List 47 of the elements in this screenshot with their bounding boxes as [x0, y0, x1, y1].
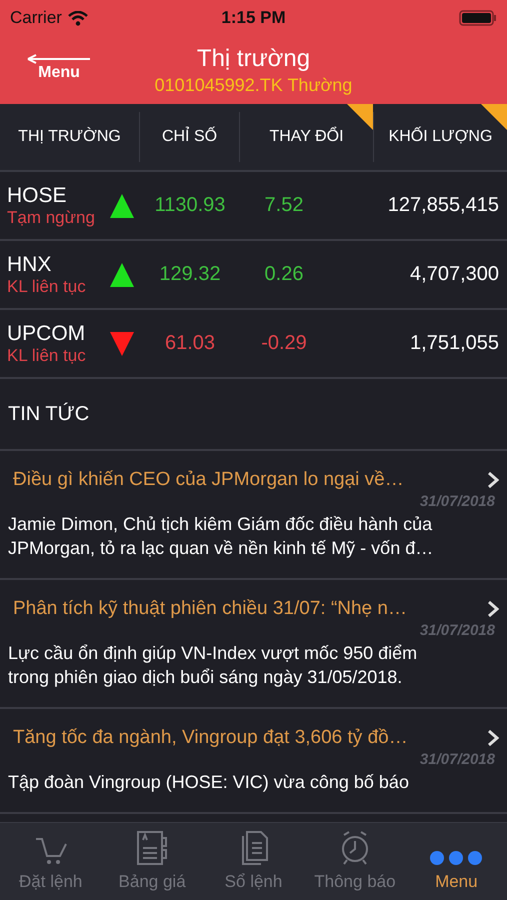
market-status: KL liên tục	[7, 276, 87, 296]
news-date: 31/07/2018	[420, 751, 495, 768]
down-triangle-icon	[109, 330, 135, 356]
screen-title: Thị trường	[196, 44, 310, 72]
market-status: Tạm ngừng	[7, 208, 96, 228]
chevron-right-icon	[487, 729, 499, 747]
market-name: UPCOM	[7, 322, 86, 346]
carrier-label: Carrier	[10, 8, 62, 28]
chevron-right-icon	[487, 600, 499, 618]
up-triangle-icon	[109, 262, 135, 288]
column-header[interactable]: CHỈ SỐ	[140, 104, 239, 170]
tab-bar-item[interactable]: Menu	[406, 823, 507, 900]
volume-value: 4,707,300	[409, 263, 500, 286]
news-summary: Jamie Dimon, Chủ tịch kiêm Giám đốc điều hành của JPMorgan, tỏ ra lạc quan về nền kinh tế Mỹ - vốn đ…	[8, 513, 434, 560]
wifi-icon	[68, 10, 88, 26]
menu-back-button[interactable]: Menu	[26, 54, 92, 82]
up-triangle-icon	[109, 192, 135, 218]
volume-value: 127,855,415	[386, 194, 500, 217]
status-time: 1:15 PM	[221, 8, 286, 28]
index-value: 129.32	[158, 263, 222, 286]
column-header[interactable]: KHỐI LƯỢNG	[374, 104, 507, 170]
change-value: 0.26	[264, 263, 304, 286]
column-header[interactable]: THỊ TRƯỜNG	[0, 104, 139, 170]
news-date: 31/07/2018	[420, 622, 495, 639]
chevron-right-icon	[487, 471, 499, 489]
index-value: 61.03	[164, 332, 216, 355]
change-value: 7.52	[264, 194, 304, 217]
news-title[interactable]: Tăng tốc đa ngành, Vingroup đạt 3,606 tỷ đồ…	[8, 727, 408, 749]
news-title[interactable]: Phân tích kỹ thuật phiên chiều 31/07: “Nhẹ n…	[8, 598, 407, 620]
news-summary: Lực cầu ổn định giúp VN-Index vượt mốc 950 điểm trong phiên giao dịch buổi sáng ngày 31/05/2018.	[8, 642, 418, 689]
cart-icon	[34, 836, 68, 866]
market-name: HOSE	[7, 184, 68, 208]
news-summary: Tập đoàn Vingroup (HOSE: VIC) vừa công bố báo	[8, 771, 410, 794]
battery-icon	[459, 10, 497, 26]
market-status: KL liên tục	[7, 346, 87, 366]
section-heading: TIN TỨC	[8, 402, 90, 426]
index-value: 1130.93	[154, 194, 226, 217]
document-icon	[136, 830, 168, 866]
account-subtitle: 0101045992.TK Thường	[154, 74, 352, 96]
volume-value: 1,751,055	[409, 332, 500, 355]
column-header[interactable]: THAY ĐỔI	[240, 104, 373, 170]
news-title[interactable]: Điều gì khiến CEO của JPMorgan lo ngại về…	[8, 469, 404, 491]
arrow-left-icon	[26, 54, 92, 64]
change-value: -0.29	[260, 332, 308, 355]
market-name: HNX	[7, 252, 52, 276]
more-icon	[429, 850, 484, 866]
news-date: 31/07/2018	[420, 493, 495, 510]
